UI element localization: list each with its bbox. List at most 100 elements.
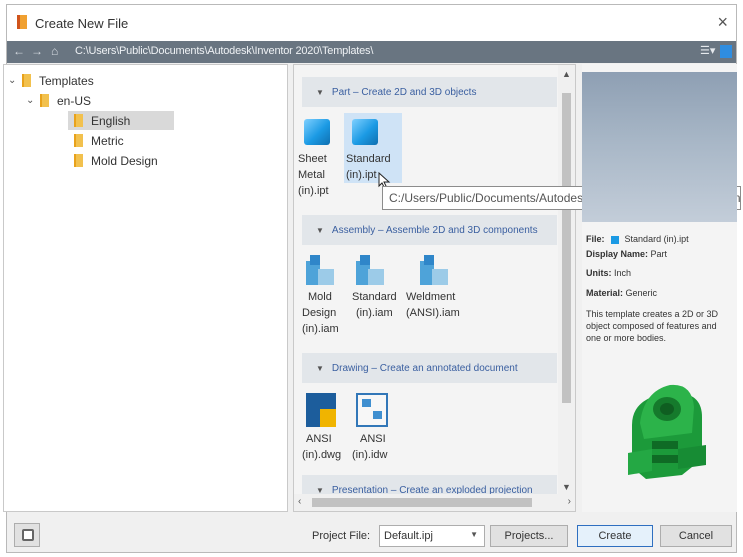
template-label: Standard <box>352 291 397 303</box>
close-icon[interactable]: × <box>717 12 728 33</box>
view-options-icon: ☰▾ <box>700 45 716 57</box>
section-header-assembly[interactable]: ▼ Assembly – Assemble 2D and 3D componen… <box>302 215 557 245</box>
tree-item-label: Metric <box>91 133 124 148</box>
template-ansi-idw[interactable]: ANSI (in).idw <box>352 389 404 463</box>
help-button[interactable] <box>14 523 40 547</box>
scrollbar-thumb[interactable] <box>312 498 532 507</box>
template-label: ANSI <box>360 433 386 445</box>
help-icon <box>22 529 34 541</box>
chevron-down-icon[interactable]: ⌄ <box>26 95 40 106</box>
tree-item-label: English <box>91 113 131 128</box>
folder-icon <box>40 94 49 107</box>
scrollbar-thumb[interactable] <box>562 93 571 403</box>
template-label: ANSI <box>306 433 332 445</box>
projects-button[interactable]: Projects... <box>490 525 568 547</box>
template-label: (in).idw <box>352 449 388 461</box>
template-ansi-dwg[interactable]: ANSI (in).dwg <box>302 389 354 463</box>
template-label: Weldment <box>406 291 456 303</box>
display-name-value: Part <box>650 249 668 259</box>
material-value: Generic <box>625 288 658 298</box>
assembly-icon <box>420 255 448 285</box>
template-weldment-iam[interactable]: Weldment (ANSI).iam <box>406 251 470 321</box>
tree-item-english[interactable]: English <box>68 111 174 130</box>
collapse-triangle-icon[interactable]: ▼ <box>316 88 324 97</box>
units-info: Units: Inch <box>586 268 631 278</box>
part-cube-icon <box>352 119 378 145</box>
cancel-button[interactable]: Cancel <box>660 525 732 547</box>
vertical-scrollbar[interactable]: ▲ ▼ <box>558 65 575 496</box>
template-label: Mold <box>308 291 332 303</box>
tree-item-en-us[interactable]: ⌄ en-US <box>26 91 91 110</box>
scroll-down-icon[interactable]: ▼ <box>562 482 571 492</box>
template-label: (ANSI).iam <box>406 307 460 319</box>
section-title: Part – Create 2D and 3D objects <box>331 86 477 98</box>
units-label: Units: <box>586 268 612 278</box>
units-value: Inch <box>614 268 632 278</box>
template-label: Design <box>302 307 337 319</box>
tree-item-templates[interactable]: ⌄ Templates <box>8 71 94 90</box>
arrow-up-icon[interactable]: ⌂ <box>51 44 58 58</box>
tree-item-label: Mold Design <box>91 153 158 168</box>
part-preview-image <box>628 384 706 479</box>
arrow-left-icon[interactable]: ← <box>13 44 25 58</box>
folder-icon <box>74 154 83 167</box>
template-standard-ipt[interactable]: Standard (in).ipt <box>344 113 402 183</box>
display-name-info: Display Name: Part <box>586 249 667 259</box>
material-label: Material: <box>586 288 624 298</box>
idw-drawing-icon <box>356 393 388 427</box>
part-file-icon <box>611 235 620 244</box>
project-file-value: Default.ipj <box>384 530 433 542</box>
part-cube-icon <box>304 119 330 145</box>
scroll-up-icon[interactable]: ▲ <box>562 69 571 79</box>
template-label: Sheet <box>298 153 327 165</box>
collapse-triangle-icon[interactable]: ▼ <box>316 364 324 373</box>
template-label: (in).ipt <box>298 185 329 197</box>
inventor-app-icon <box>17 15 27 29</box>
template-standard-iam[interactable]: Standard (in).iam <box>352 251 404 321</box>
template-description: This template creates a 2D or 3D object … <box>586 309 719 343</box>
collapse-triangle-icon[interactable]: ▼ <box>316 226 324 235</box>
tree-item-mold-design[interactable]: Mold Design <box>74 151 158 170</box>
scroll-left-icon[interactable]: ‹ <box>298 496 301 507</box>
tree-item-label: en-US <box>57 93 92 108</box>
file-label: File: <box>586 234 605 244</box>
template-mold-design-iam[interactable]: Mold Design (in).iam <box>302 251 354 337</box>
section-title: Drawing – Create an annotated document <box>331 362 518 374</box>
project-file-select[interactable]: Default.ipj ▼ <box>379 525 485 547</box>
display-name-label: Display Name: <box>586 249 649 259</box>
tree-item-metric[interactable]: Metric <box>74 131 124 150</box>
title-bar: Create New File × <box>7 5 736 41</box>
folder-icon <box>22 74 31 87</box>
template-label: (in).ipt <box>346 169 377 181</box>
material-info: Material: Generic <box>586 288 657 298</box>
template-label: (in).iam <box>302 323 339 335</box>
scroll-right-icon[interactable]: › <box>568 496 571 507</box>
section-title: Assembly – Assemble 2D and 3D components <box>331 224 538 236</box>
chevron-down-icon: ▼ <box>470 530 478 539</box>
create-button[interactable]: Create <box>577 525 653 547</box>
project-file-label: Project File: <box>312 530 371 542</box>
template-thumbnail <box>582 72 737 222</box>
view-toggle-icon <box>720 45 732 58</box>
folder-icon <box>74 114 83 127</box>
chevron-down-icon[interactable]: ⌄ <box>8 75 22 86</box>
template-label: Standard <box>346 153 391 165</box>
folder-tree: ⌄ Templates ⌄ en-US English Metric Mold … <box>3 64 288 512</box>
arrow-right-icon[interactable]: → <box>31 44 43 58</box>
template-label: (in).iam <box>356 307 393 319</box>
window-title: Create New File <box>35 16 129 31</box>
section-header-drawing[interactable]: ▼ Drawing – Create an annotated document <box>302 353 557 383</box>
section-header-part[interactable]: ▼ Part – Create 2D and 3D objects <box>302 77 557 107</box>
template-list: ▼ Part – Create 2D and 3D objects Sheet … <box>293 64 576 512</box>
horizontal-scrollbar[interactable]: ‹ › <box>294 494 575 511</box>
tree-item-label: Templates <box>39 73 94 88</box>
view-options-button[interactable]: ☰▾ <box>700 44 732 60</box>
template-label: (in).dwg <box>302 449 342 461</box>
file-value: Standard (in).ipt <box>624 234 689 244</box>
file-info: File: Standard (in).ipt <box>586 234 689 244</box>
assembly-icon <box>306 255 334 285</box>
path-field[interactable]: C:\Users\Public\Documents\Autodesk\Inven… <box>75 45 373 57</box>
template-sheet-metal-ipt[interactable]: Sheet Metal (in).ipt <box>298 113 350 199</box>
template-label: Metal <box>298 169 325 181</box>
assembly-icon <box>356 255 384 285</box>
